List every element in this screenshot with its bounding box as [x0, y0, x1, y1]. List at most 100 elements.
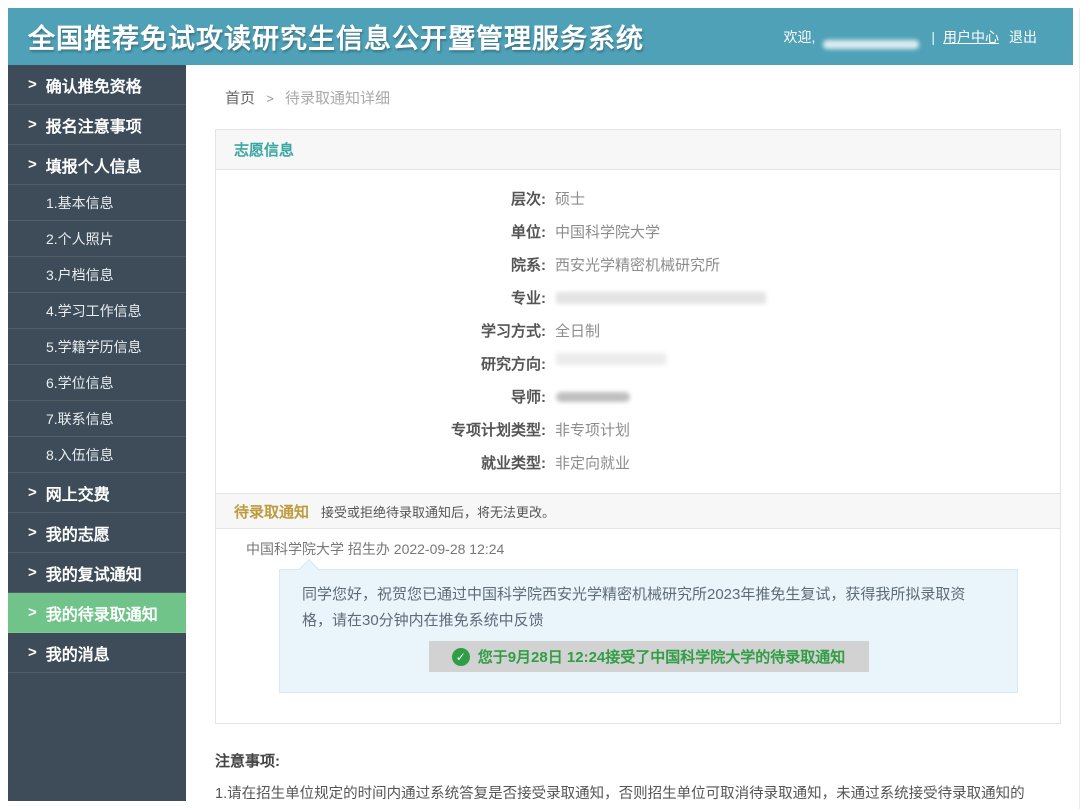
logout-link[interactable]: 退出 — [1009, 27, 1037, 47]
body-row: > 确认推免资格 > 报名注意事项 > 填报个人信息 1.基本信息 2.个人照片 3.户档信息 4… — [8, 65, 1079, 803]
sidebar-item-label: 2.个人照片 — [46, 230, 114, 247]
pending-admission-title: 待录取通知 — [234, 503, 310, 521]
field-row-major: 专业: — [216, 281, 1060, 314]
field-row-research-direction: 研究方向: — [216, 347, 1060, 380]
field-value-redacted — [556, 291, 766, 304]
sidebar-item-my-volunteer[interactable]: > 我的志愿 — [8, 513, 186, 553]
sidebar-item-basic-info[interactable]: 1.基本信息 — [8, 185, 186, 221]
pending-admission-header: 待录取通知 接受或拒绝待录取通知后，将无法更改。 — [216, 493, 1060, 529]
field-label: 就业类型: — [481, 455, 546, 472]
field-label: 单位: — [511, 224, 546, 241]
field-row-special-plan-type: 专项计划类型: 非专项计划 — [216, 413, 1060, 446]
sidebar-item-confirm-eligibility[interactable]: > 确认推免资格 — [8, 65, 186, 105]
notes-line: 1.请在招生单位规定的时间内通过系统答复是否接受录取通知，否则招生单位可取消待录… — [215, 786, 1025, 802]
sidebar-item-hukou-file-info[interactable]: 3.户档信息 — [8, 257, 186, 293]
sidebar-item-label: 1.基本信息 — [46, 194, 114, 211]
detail-panel: 志愿信息 层次: 硕士 单位: 中国科学院大学 院系: 西安光学精密机械研究所 专业: 学习方… — [215, 129, 1061, 724]
main-content: 首页 > 待录取通知详细 志愿信息 层次: 硕士 单位: 中国科学院大学 院系: 西安光学… — [186, 65, 1079, 803]
username-redacted — [823, 40, 920, 49]
chevron-icon: > — [28, 484, 37, 501]
chevron-icon: > — [28, 156, 37, 173]
field-label: 专业: — [511, 290, 546, 307]
field-label: 专项计划类型: — [451, 422, 546, 439]
field-label: 层次: — [511, 191, 546, 208]
sidebar-item-label: 我的志愿 — [45, 526, 110, 544]
field-row-employment-type: 就业类型: 非定向就业 — [216, 446, 1060, 479]
breadcrumb-home[interactable]: 首页 — [225, 90, 255, 107]
sidebar-item-label: 确认推免资格 — [45, 78, 142, 96]
sidebar-item-label: 我的待录取通知 — [45, 606, 158, 624]
sidebar-item-my-pending-admission-notice[interactable]: > 我的待录取通知 — [8, 593, 186, 633]
app-title: 全国推荐免试攻读研究生信息公开暨管理服务系统 — [28, 24, 644, 54]
sidebar-item-label: 8.入伍信息 — [46, 446, 114, 463]
chevron-icon: > — [28, 644, 37, 661]
sidebar-item-label: 5.学籍学历信息 — [46, 338, 142, 355]
pending-admission-note: 接受或拒绝待录取通知后，将无法更改。 — [321, 504, 556, 520]
sidebar-item-label: 6.学位信息 — [46, 374, 114, 391]
field-value: 中国科学院大学 — [555, 224, 661, 241]
field-row-department: 院系: 西安光学精密机械研究所 — [216, 248, 1060, 281]
sidebar-item-online-payment[interactable]: > 网上交费 — [8, 473, 186, 513]
chevron-icon: > — [28, 76, 37, 93]
message-bubble: 同学您好，祝贺您已通过中国科学院西安光学精密机械研究所2023年推免生复试，获得… — [279, 569, 1018, 693]
sidebar-item-enlistment-info[interactable]: 8.入伍信息 — [8, 437, 186, 473]
sidebar-item-application-notes[interactable]: > 报名注意事项 — [8, 105, 186, 145]
sidebar-item-personal-photo[interactable]: 2.个人照片 — [8, 221, 186, 257]
volunteer-info-title: 志愿信息 — [234, 142, 295, 159]
page: 全国推荐免试攻读研究生信息公开暨管理服务系统 欢迎, | 用户中心 退出 > 确认… — [0, 8, 1080, 809]
sidebar-item-study-work-info[interactable]: 4.学习工作信息 — [8, 293, 186, 329]
sidebar-item-label: 我的复试通知 — [45, 566, 142, 584]
sidebar-item-student-status-info[interactable]: 5.学籍学历信息 — [8, 329, 186, 365]
volunteer-fields: 层次: 硕士 单位: 中国科学院大学 院系: 西安光学精密机械研究所 专业: 学习方式: 全日制… — [216, 170, 1060, 493]
sidebar: > 确认推免资格 > 报名注意事项 > 填报个人信息 1.基本信息 2.个人照片 3.户档信息 4… — [8, 65, 186, 801]
sidebar-item-label: 填报个人信息 — [45, 158, 142, 176]
user-area: 欢迎, | 用户中心 退出 — [783, 24, 1073, 49]
field-value: 硕士 — [555, 191, 586, 208]
breadcrumb-current: 待录取通知详细 — [284, 90, 390, 107]
field-value: 非定向就业 — [555, 455, 631, 472]
sidebar-item-label: 7.联系信息 — [46, 410, 114, 427]
accept-status-text: 您于9月28日 12:24接受了中国科学院大学的待录取通知 — [477, 649, 846, 666]
user-center-link[interactable]: 用户中心 — [943, 27, 999, 47]
message-sender: 中国科学院大学 招生办 2022-09-28 12:24 — [246, 541, 505, 557]
sidebar-item-my-retest-notice[interactable]: > 我的复试通知 — [8, 553, 186, 593]
breadcrumb: 首页 > 待录取通知详细 — [186, 65, 1079, 108]
sidebar-item-fill-personal-info[interactable]: > 填报个人信息 — [8, 145, 186, 185]
field-row-unit: 单位: 中国科学院大学 — [216, 215, 1060, 248]
field-value: 西安光学精密机械研究所 — [555, 257, 721, 274]
field-row-supervisor: 导师: — [216, 380, 1060, 413]
field-value: 非专项计划 — [555, 422, 631, 439]
message-area: 中国科学院大学 招生办 2022-09-28 12:24 同学您好，祝贺您已通过… — [216, 529, 1060, 723]
field-label: 院系: — [511, 257, 546, 274]
sidebar-item-label: 网上交费 — [45, 486, 110, 504]
sidebar-item-my-messages[interactable]: > 我的消息 — [8, 633, 186, 673]
check-icon: ✓ — [451, 647, 470, 666]
field-row-level: 层次: 硕士 — [216, 182, 1060, 215]
breadcrumb-separator-icon: > — [266, 91, 274, 106]
field-value-redacted — [556, 391, 630, 402]
field-label: 研究方向: — [481, 356, 546, 373]
field-row-study-mode: 学习方式: 全日制 — [216, 314, 1060, 347]
chevron-icon: > — [28, 524, 37, 541]
sidebar-item-label: 4.学习工作信息 — [46, 302, 142, 319]
chevron-icon: > — [28, 564, 37, 581]
field-label: 导师: — [511, 389, 546, 406]
notes-section: 注意事项: 1.请在招生单位规定的时间内通过系统答复是否接受录取通知，否则招生单… — [215, 750, 1073, 803]
sidebar-item-label: 报名注意事项 — [45, 118, 142, 136]
sidebar-item-contact-info[interactable]: 7.联系信息 — [8, 401, 186, 437]
accept-status-bar: ✓ 您于9月28日 12:24接受了中国科学院大学的待录取通知 — [428, 641, 869, 672]
message-body: 同学您好，祝贺您已通过中国科学院西安光学精密机械研究所2023年推免生复试，获得… — [302, 586, 966, 629]
app-header: 全国推荐免试攻读研究生信息公开暨管理服务系统 欢迎, | 用户中心 退出 — [8, 8, 1073, 65]
header-divider: | — [931, 28, 935, 45]
sidebar-item-label: 3.户档信息 — [46, 266, 114, 283]
welcome-text: 欢迎, — [783, 28, 816, 45]
sidebar-item-degree-info[interactable]: 6.学位信息 — [8, 365, 186, 401]
field-value: 全日制 — [555, 323, 601, 340]
chevron-icon: > — [28, 604, 37, 621]
field-value-redacted — [556, 352, 666, 365]
notes-title: 注意事项: — [215, 753, 280, 770]
volunteer-info-header: 志愿信息 — [216, 130, 1060, 170]
sidebar-item-label: 我的消息 — [45, 646, 110, 664]
chevron-icon: > — [28, 116, 37, 133]
field-label: 学习方式: — [481, 323, 546, 340]
